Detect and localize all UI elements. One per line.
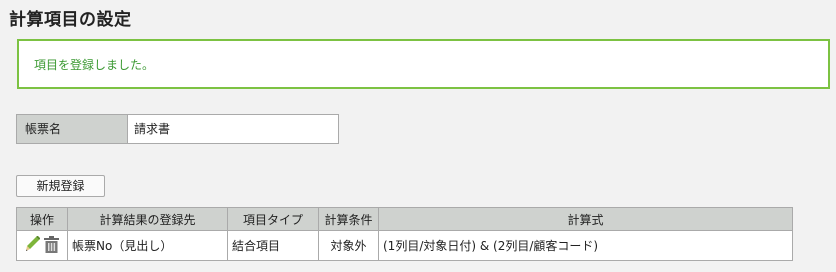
page-title: 計算項目の設定 (9, 10, 132, 30)
formula-cell: (1列目/対象日付) & (2列目/顧客コード) (378, 230, 793, 261)
target-cell: 帳票No（見出し） (67, 230, 228, 261)
table-row: 帳票No（見出し） 結合項目 対象外 (1列目/対象日付) & (2列目/顧客コ… (16, 230, 793, 261)
table-header-row: 操作 計算結果の登録先 項目タイプ 計算条件 計算式 (16, 207, 793, 231)
header-formula: 計算式 (378, 207, 793, 231)
header-condition: 計算条件 (318, 207, 379, 231)
form-name-row: 帳票名 請求書 (16, 114, 339, 144)
condition-cell: 対象外 (318, 230, 379, 261)
header-target: 計算結果の登録先 (67, 207, 228, 231)
actions-cell (16, 230, 68, 261)
calculation-items-table: 操作 計算結果の登録先 項目タイプ 計算条件 計算式 帳票No（見出し） 結合項… (16, 207, 793, 261)
type-cell: 結合項目 (227, 230, 319, 261)
new-register-button[interactable]: 新規登録 (16, 175, 105, 197)
header-type: 項目タイプ (227, 207, 319, 231)
header-actions: 操作 (16, 207, 68, 231)
success-message-box: 項目を登録しました。 (17, 39, 830, 89)
success-message-text: 項目を登録しました。 (34, 58, 155, 72)
edit-icon[interactable] (25, 235, 41, 255)
trash-icon[interactable] (43, 235, 59, 256)
form-name-value: 請求書 (128, 115, 338, 143)
form-name-label: 帳票名 (17, 115, 128, 143)
